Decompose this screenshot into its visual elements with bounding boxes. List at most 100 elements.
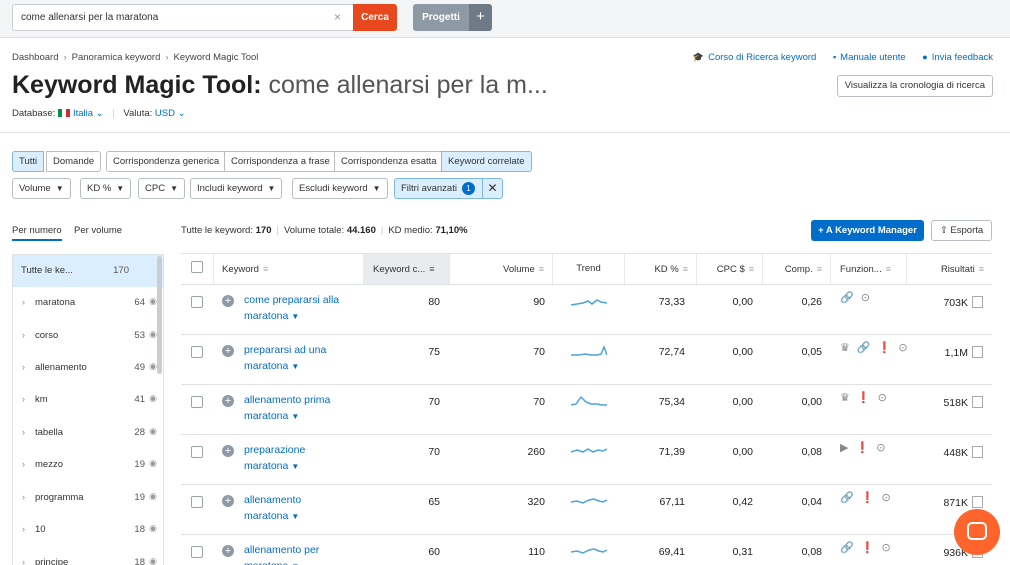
table-row: + allenamento permaratona▼ 60 110 69,41 … bbox=[181, 535, 992, 565]
groups-scrollbar[interactable] bbox=[157, 256, 162, 374]
keyword-link[interactable]: allenamento maratona ▼ bbox=[244, 493, 364, 524]
add-to-keyword-manager-button[interactable]: + A Keyword Manager bbox=[811, 220, 924, 241]
serp-snapshot-icon[interactable] bbox=[972, 346, 983, 358]
tab-phrase-match[interactable]: Corrispondenza a frase bbox=[224, 151, 337, 172]
group-item[interactable]: › km 41 ◉ bbox=[13, 384, 163, 416]
manual-link[interactable]: ▪ Manuale utente bbox=[833, 52, 906, 63]
cpc-value: 0,42 bbox=[732, 496, 753, 508]
filter-volume[interactable]: Volume ▼ bbox=[12, 178, 71, 199]
cpc-value: 0,00 bbox=[732, 346, 753, 358]
kd-value: 75,34 bbox=[658, 396, 685, 408]
row-checkbox[interactable] bbox=[191, 296, 203, 308]
col-serp-features[interactable]: Funzion... ≡ bbox=[831, 254, 907, 284]
filter-cpc[interactable]: CPC ▼ bbox=[138, 178, 185, 199]
sort-icon: ≡ bbox=[429, 264, 435, 274]
group-item[interactable]: › mezzo 19 ◉ bbox=[13, 449, 163, 481]
select-all-checkbox[interactable] bbox=[191, 261, 203, 273]
serp-features-icons[interactable]: ♛ ❗ ⊙ bbox=[840, 391, 889, 404]
chat-button[interactable] bbox=[954, 509, 1000, 555]
tab-all[interactable]: Tutti bbox=[12, 151, 45, 172]
filter-advanced[interactable]: Filtri avanzati 1 bbox=[394, 178, 483, 199]
serp-snapshot-icon[interactable] bbox=[972, 296, 983, 308]
tab-exact-match[interactable]: Corrispondenza esatta bbox=[334, 151, 444, 172]
serp-features-icons[interactable]: ♛ 🔗 ❗ ⊙ bbox=[840, 341, 910, 354]
search-button[interactable]: Cerca bbox=[353, 4, 397, 31]
add-project-button[interactable]: + bbox=[469, 4, 492, 31]
row-checkbox[interactable] bbox=[191, 496, 203, 508]
search-input[interactable] bbox=[12, 4, 354, 31]
eye-icon: ◉ bbox=[149, 491, 157, 501]
cpc-value: 0,31 bbox=[732, 546, 753, 558]
add-keyword-icon[interactable]: + bbox=[222, 395, 234, 407]
col-kd[interactable]: KD % ≡ bbox=[625, 254, 697, 284]
table-header: Keyword ≡ Keyword c... ≡ Volume ≡ Trend KD … bbox=[181, 253, 992, 285]
chevron-right-icon: › bbox=[22, 297, 25, 307]
table-row: + allenamento maratona ▼ 65 320 67,11 0,42… bbox=[181, 485, 992, 535]
add-keyword-icon[interactable]: + bbox=[222, 445, 234, 457]
cpc-value: 0,00 bbox=[732, 296, 753, 308]
row-checkbox[interactable] bbox=[191, 346, 203, 358]
group-item[interactable]: › corso 53 ◉ bbox=[13, 320, 163, 352]
col-volume[interactable]: Volume ≡ bbox=[450, 254, 553, 284]
cpc-value: 0,00 bbox=[732, 446, 753, 458]
feedback-link[interactable]: ● Invia feedback bbox=[922, 52, 993, 63]
group-item[interactable]: › programma 19 ◉ bbox=[13, 482, 163, 514]
volume-value: 70 bbox=[533, 346, 545, 358]
col-keyword[interactable]: Keyword ≡ bbox=[214, 254, 364, 284]
row-checkbox[interactable] bbox=[191, 546, 203, 558]
group-item[interactable]: › 10 18 ◉ bbox=[13, 514, 163, 546]
breadcrumb-separator-icon: › bbox=[165, 52, 169, 63]
keyword-link[interactable]: prepararsi ad una maratona ▼ bbox=[244, 343, 364, 374]
clear-search-icon[interactable]: × bbox=[334, 10, 341, 24]
trend-sparkline bbox=[571, 548, 607, 554]
results-value: 871K bbox=[907, 496, 983, 509]
group-item[interactable]: › tabella 28 ◉ bbox=[13, 417, 163, 449]
add-keyword-icon[interactable]: + bbox=[222, 295, 234, 307]
group-item[interactable]: › allenamento 49 ◉ bbox=[13, 352, 163, 384]
group-item[interactable]: › principe 18 ◉ bbox=[13, 547, 163, 565]
export-button[interactable]: ⇪ Esporta bbox=[931, 220, 992, 241]
row-checkbox[interactable] bbox=[191, 446, 203, 458]
serp-features-icons[interactable]: 🔗 ❗ ⊙ bbox=[840, 541, 893, 554]
filter-kd[interactable]: KD % ▼ bbox=[80, 178, 132, 199]
breadcrumb-keyword-overview[interactable]: Panoramica keyword bbox=[72, 52, 161, 63]
tab-questions[interactable]: Domande bbox=[46, 151, 102, 172]
serp-snapshot-icon[interactable] bbox=[972, 446, 983, 458]
database-dropdown[interactable]: Italia ⌄ bbox=[57, 108, 104, 119]
col-keyword-cluster[interactable]: Keyword c... ≡ bbox=[364, 254, 450, 284]
course-link[interactable]: 🎓 Corso di Ricerca keyword bbox=[693, 52, 816, 63]
serp-snapshot-icon[interactable] bbox=[972, 496, 983, 508]
serp-features-icons[interactable]: 🔗 ⊙ bbox=[840, 291, 872, 304]
search-history-button[interactable]: Visualizza la cronologia di ricerca bbox=[836, 75, 993, 97]
col-cpc[interactable]: CPC $ ≡ bbox=[697, 254, 763, 284]
help-links: 🎓 Corso di Ricerca keyword ▪ Manuale utent… bbox=[679, 52, 993, 63]
serp-snapshot-icon[interactable] bbox=[972, 396, 983, 408]
keyword-link[interactable]: come prepararsi alla maratona ▼ bbox=[244, 293, 364, 324]
keyword-link[interactable]: allenamento prima maratona ▼ bbox=[244, 393, 364, 424]
chat-icon: ● bbox=[922, 52, 928, 62]
serp-features-icons[interactable]: 🔗 ❗ ⊙ bbox=[840, 491, 893, 504]
col-results[interactable]: Risultati ≡ bbox=[907, 254, 992, 284]
row-checkbox[interactable] bbox=[191, 396, 203, 408]
chevron-right-icon: › bbox=[22, 557, 25, 565]
add-keyword-icon[interactable]: + bbox=[222, 345, 234, 357]
group-item-all[interactable]: Tutte le ke... 170 bbox=[13, 255, 163, 287]
competition-value: 0,05 bbox=[801, 346, 822, 358]
keyword-link[interactable]: allenamento permaratona▼ bbox=[244, 543, 364, 565]
breadcrumb-dashboard[interactable]: Dashboard bbox=[12, 52, 58, 63]
tab-broad-match[interactable]: Corrispondenza generica bbox=[106, 151, 227, 172]
clear-advanced-filters-button[interactable]: ✕ bbox=[482, 178, 503, 199]
keyword-link[interactable]: preparazione maratona ▼ bbox=[244, 443, 364, 474]
group-item[interactable]: › maratona 64 ◉ bbox=[13, 287, 163, 319]
filter-exclude-keywords[interactable]: Escludi keyword ▼ bbox=[292, 178, 388, 199]
tab-by-volume[interactable]: Per volume bbox=[74, 225, 122, 236]
add-keyword-icon[interactable]: + bbox=[222, 495, 234, 507]
filter-include-keywords[interactable]: Includi keyword ▼ bbox=[190, 178, 283, 199]
serp-features-icons[interactable]: ▶ ❗ ⊙ bbox=[840, 441, 888, 454]
currency-dropdown[interactable]: USD ⌄ bbox=[155, 108, 186, 119]
tab-by-number[interactable]: Per numero bbox=[12, 225, 62, 241]
projects-button[interactable]: Progetti bbox=[413, 4, 469, 31]
tab-related[interactable]: Keyword correlate bbox=[441, 151, 532, 172]
add-keyword-icon[interactable]: + bbox=[222, 545, 234, 557]
col-competition[interactable]: Comp. ≡ bbox=[763, 254, 831, 284]
